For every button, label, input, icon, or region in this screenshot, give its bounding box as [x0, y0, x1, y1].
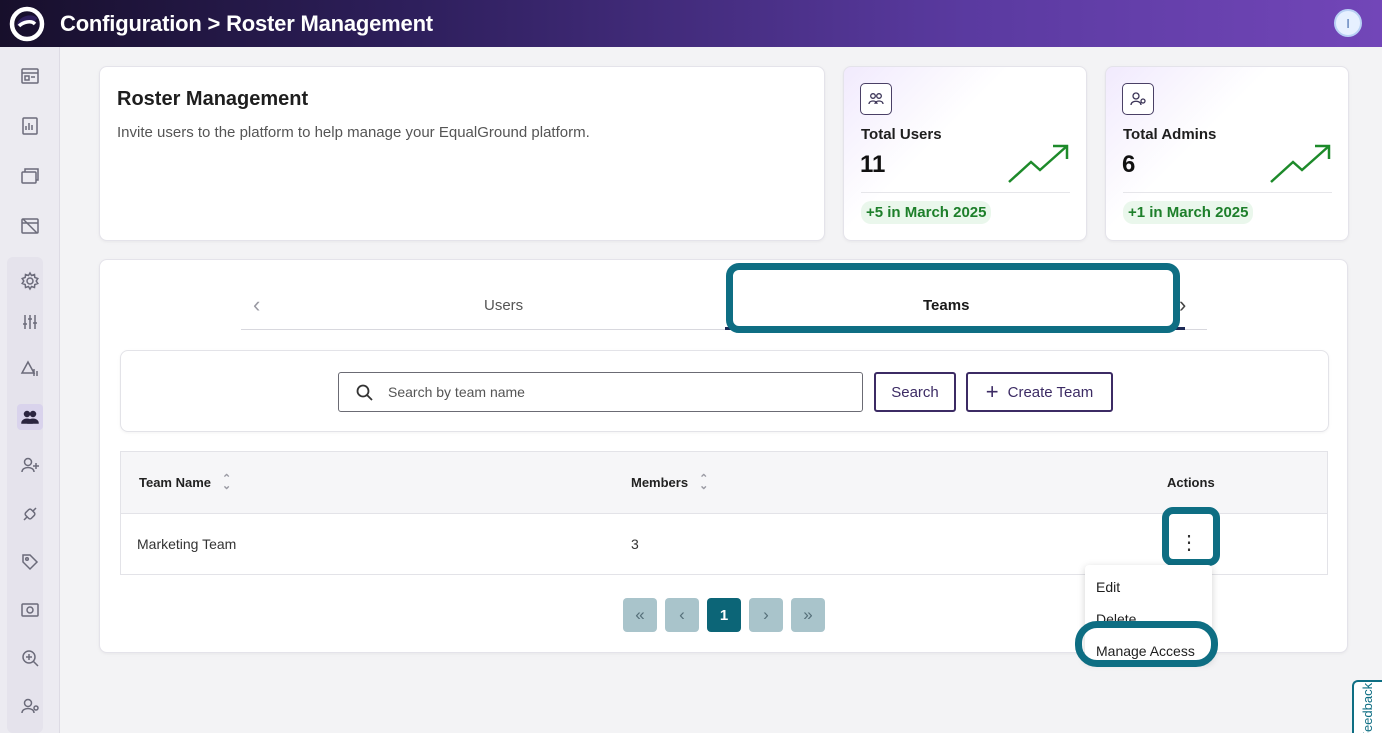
admin-icon — [1122, 83, 1154, 115]
stat-change-badge: +1 in March 2025 — [1123, 201, 1254, 224]
column-header-actions: Actions — [1167, 475, 1215, 490]
highlight-teams-tab — [726, 263, 1180, 333]
search-input[interactable] — [388, 381, 848, 403]
stat-value: 6 — [1122, 151, 1136, 178]
windows-icon[interactable] — [17, 163, 43, 189]
users-icon — [860, 83, 892, 115]
stat-card-total-admins: Total Admins 6 +1 in March 2025 — [1105, 66, 1349, 241]
stat-label: Total Admins — [1123, 126, 1217, 143]
previous-page-button[interactable]: ‹ — [665, 598, 699, 632]
trend-up-icon — [1008, 144, 1069, 183]
tab-scroll-right-icon[interactable]: › — [1179, 292, 1186, 318]
create-team-label: Create Team — [1007, 383, 1094, 401]
column-label: Team Name — [139, 475, 212, 490]
sort-icon[interactable]: ⌃ ⌄ — [699, 473, 708, 491]
report-icon[interactable] — [17, 113, 43, 139]
logo-icon[interactable] — [9, 6, 45, 42]
avatar[interactable]: I — [1334, 9, 1362, 37]
calendar-off-icon[interactable] — [17, 213, 43, 239]
divider — [1123, 192, 1332, 193]
sliders-icon[interactable] — [17, 309, 43, 335]
users-icon[interactable] — [17, 404, 43, 430]
column-label: Members — [631, 475, 689, 490]
feedback-tab[interactable]: Feedback — [1352, 680, 1382, 733]
page-breadcrumb: Configuration > Roster Management — [60, 10, 433, 36]
divider — [861, 192, 1070, 193]
tag-icon[interactable] — [17, 549, 43, 575]
user-add-icon[interactable] — [17, 452, 43, 478]
first-page-button[interactable]: « — [623, 598, 657, 632]
members-cell: 3 — [631, 536, 639, 552]
teams-table: Team Name ⌃ ⌄ Members ⌃ ⌄ Actions Marketin… — [120, 451, 1328, 575]
page-1-button[interactable]: 1 — [707, 598, 741, 632]
top-bar: Configuration > Roster Management I — [0, 0, 1382, 47]
search-icon — [356, 384, 373, 401]
photo-icon[interactable] — [17, 597, 43, 623]
table-header: Team Name ⌃ ⌄ Members ⌃ ⌄ Actions — [121, 452, 1327, 514]
stat-value: 11 — [860, 151, 886, 178]
column-label: Actions — [1167, 475, 1215, 490]
zoom-icon[interactable] — [17, 645, 43, 671]
search-panel: Search + Create Team — [120, 350, 1329, 432]
shapes-icon[interactable] — [17, 356, 43, 382]
gear-icon[interactable] — [17, 268, 43, 294]
tab-scroll-left-icon[interactable]: ‹ — [253, 292, 260, 318]
last-page-button[interactable]: » — [791, 598, 825, 632]
stat-change-badge: +5 in March 2025 — [861, 201, 992, 224]
trend-up-icon — [1270, 144, 1331, 183]
highlight-more-actions — [1162, 507, 1220, 566]
create-team-button[interactable]: + Create Team — [966, 372, 1113, 412]
stat-label: Total Users — [861, 126, 942, 143]
column-header-members[interactable]: Members ⌃ ⌄ — [631, 473, 708, 491]
intro-card: Roster Management Invite users to the pl… — [99, 66, 825, 241]
highlight-manage-access — [1075, 621, 1218, 667]
plug-icon[interactable] — [17, 501, 43, 527]
next-page-button[interactable]: › — [749, 598, 783, 632]
menu-item-edit[interactable]: Edit — [1096, 579, 1120, 595]
user-settings-icon[interactable] — [17, 693, 43, 719]
dashboard-icon[interactable] — [17, 63, 43, 89]
plus-icon: + — [985, 379, 999, 404]
stat-card-total-users: Total Users 11 +5 in March 2025 — [843, 66, 1087, 241]
tab-users[interactable]: Users — [484, 297, 523, 314]
page-description: Invite users to the platform to help man… — [117, 124, 590, 141]
teams-panel: ‹ Users Teams › Search + Create Team Tea… — [99, 259, 1348, 667]
column-header-team-name[interactable]: Team Name ⌃ ⌄ — [139, 473, 231, 491]
page-title: Roster Management — [117, 88, 309, 110]
search-button[interactable]: Search — [874, 372, 956, 412]
sidebar — [0, 47, 60, 733]
feedback-label: Feedback — [1360, 682, 1375, 733]
team-name-cell: Marketing Team — [137, 536, 237, 552]
sort-icon[interactable]: ⌃ ⌄ — [222, 473, 231, 491]
search-field — [338, 372, 863, 412]
